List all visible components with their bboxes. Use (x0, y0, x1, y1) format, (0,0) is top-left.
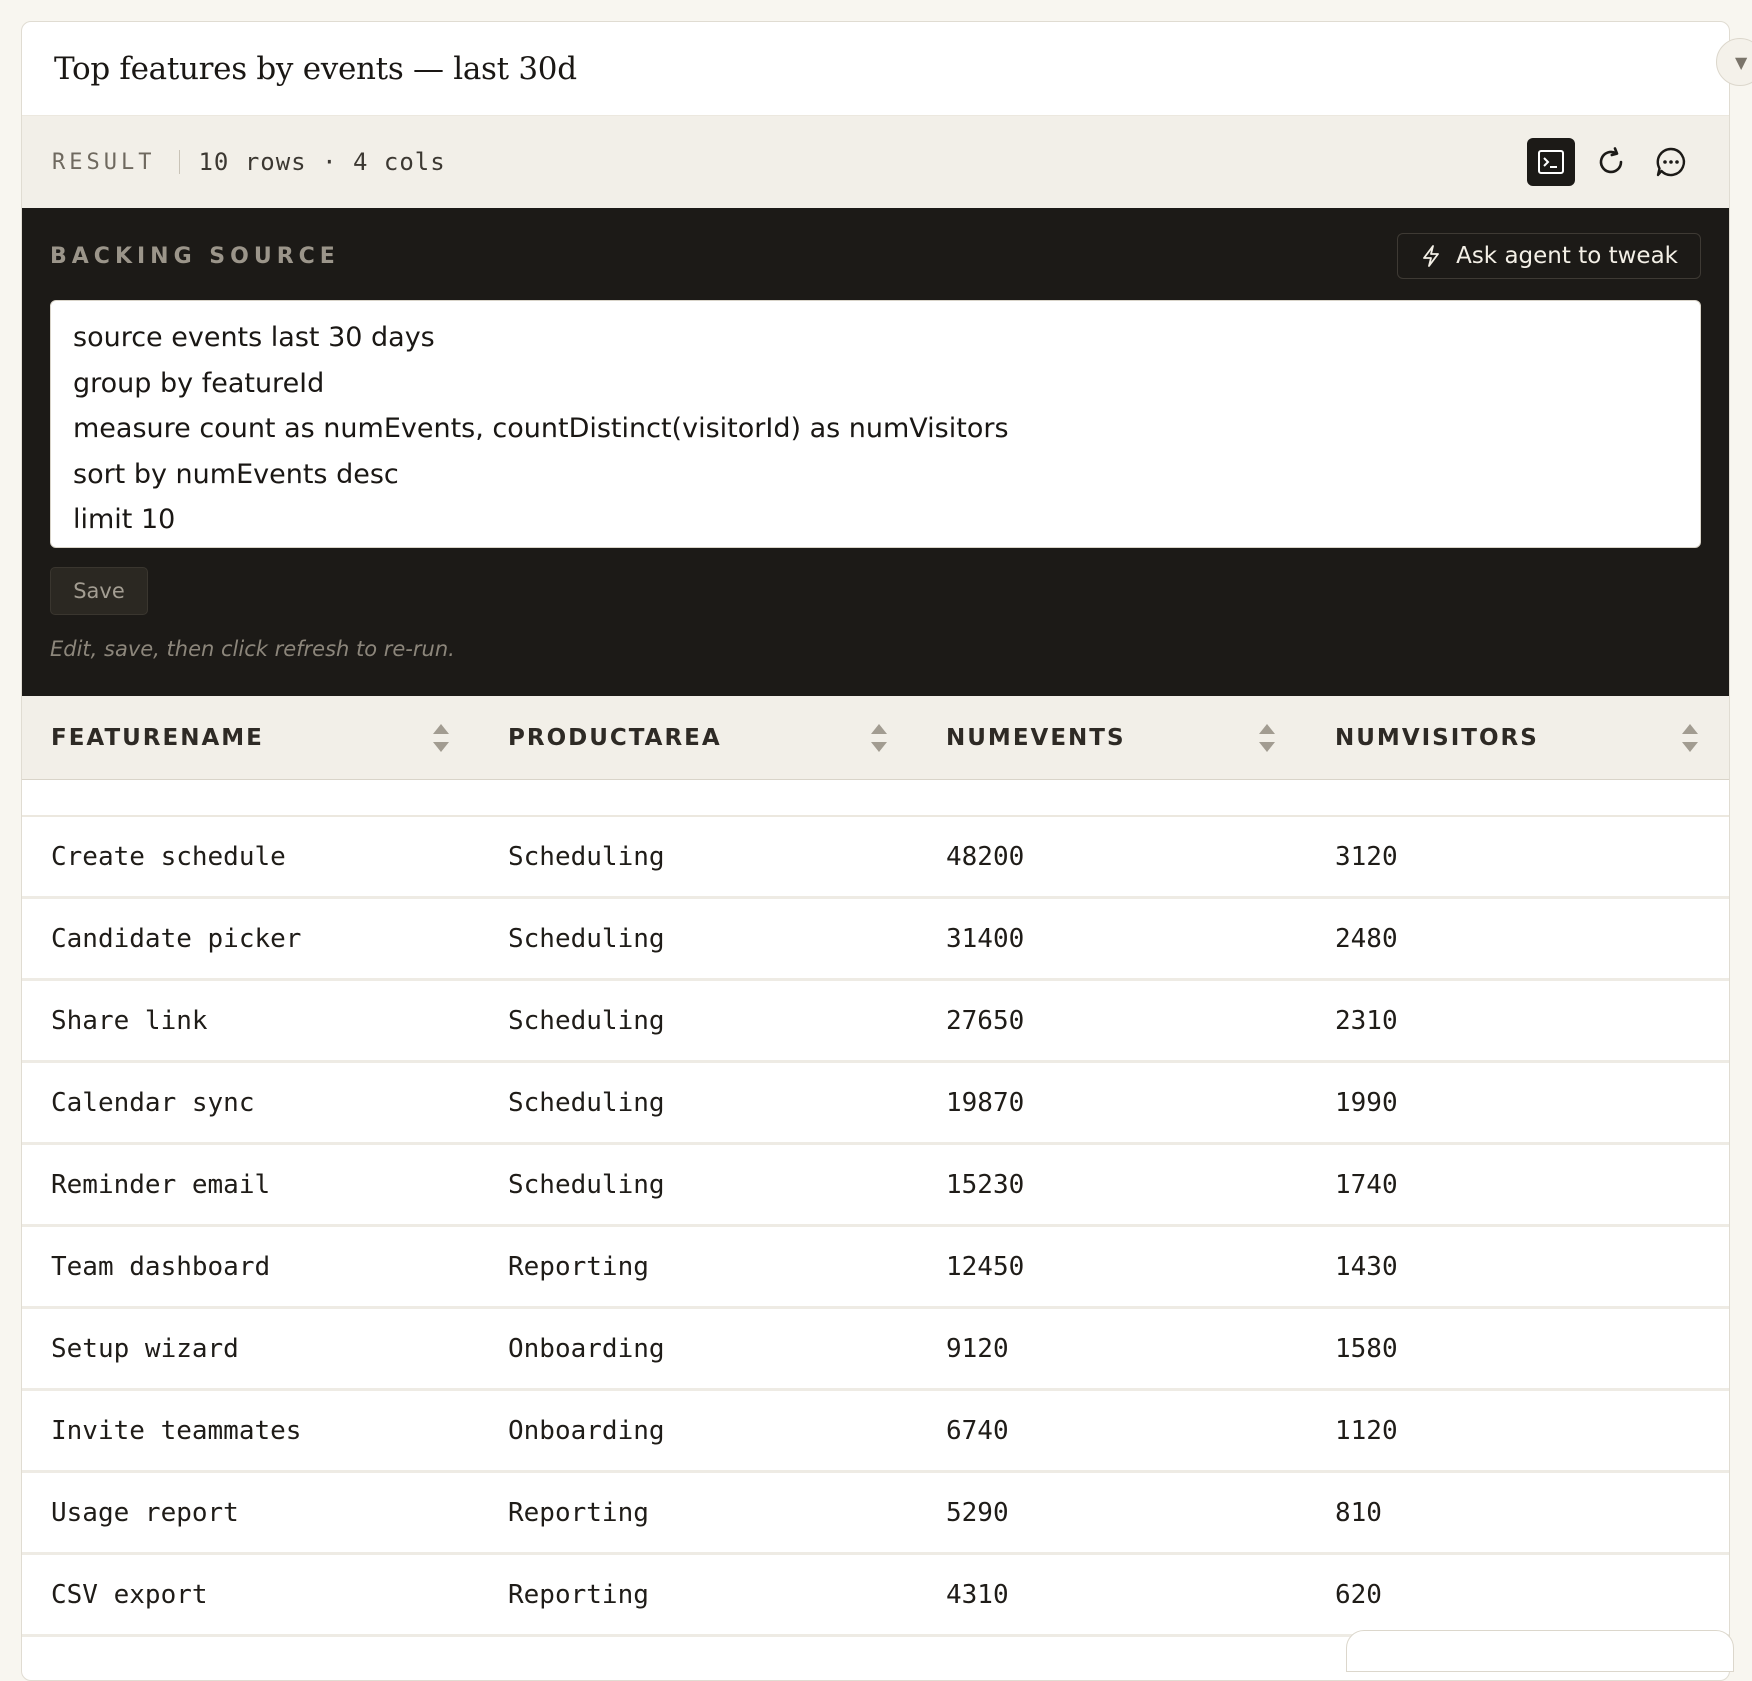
cell-productarea: Reporting (508, 1580, 649, 1610)
cell-productarea: Scheduling (508, 1006, 665, 1036)
comment-button[interactable] (1647, 138, 1695, 186)
column-header-label: NUMVISITORS (1335, 725, 1539, 751)
cell-productarea: Reporting (508, 1252, 649, 1282)
sort-icon[interactable] (1680, 722, 1700, 754)
refresh-icon (1599, 147, 1623, 174)
result-meta: 10 rows · 4 cols (198, 148, 446, 176)
source-line: source events last 30 days (73, 322, 435, 353)
result-label: RESULT (52, 149, 156, 175)
refresh-button[interactable] (1587, 138, 1635, 186)
view-source-button[interactable] (1527, 138, 1575, 186)
cell-numvisitors: 810 (1335, 1498, 1382, 1528)
source-line: group by featureId (73, 367, 325, 399)
table-row[interactable]: Team dashboard Reporting 12450 1430 (22, 1227, 1729, 1309)
bottom-panel-tab[interactable] (1346, 1630, 1734, 1672)
table-row[interactable]: Calendar sync Scheduling 19870 1990 (22, 1063, 1729, 1145)
save-button[interactable]: Save (50, 567, 148, 615)
cell-numvisitors: 1740 (1335, 1170, 1398, 1200)
chevron-down-icon: ▼ (1735, 52, 1748, 72)
cell-numevents: 48200 (946, 842, 1025, 872)
cell-numevents: 9120 (946, 1334, 1009, 1364)
cell-featurename: Share link (51, 1006, 208, 1036)
column-header-label: PRODUCTAREA (508, 725, 722, 751)
column-header-label: NUMEVENTS (946, 725, 1126, 751)
cell-featurename: Setup wizard (51, 1334, 239, 1364)
cell-featurename: Team dashboard (51, 1252, 271, 1282)
source-editor[interactable]: source events last 30 days group by feat… (50, 300, 1701, 548)
card-title: Top features by events — last 30d (54, 50, 577, 87)
cell-featurename: Reminder email (51, 1170, 271, 1200)
cell-numevents: 12450 (946, 1252, 1025, 1282)
cell-numevents: 15230 (946, 1170, 1025, 1200)
cell-productarea: Scheduling (508, 924, 665, 954)
table-row[interactable]: Create schedule Scheduling 48200 3120 (22, 817, 1729, 899)
cell-numvisitors: 1430 (1335, 1252, 1398, 1282)
backing-source-header: BACKING SOURCE Ask agent to tweak (50, 232, 1701, 280)
cell-productarea: Scheduling (508, 842, 665, 872)
cell-productarea: Scheduling (508, 1170, 665, 1200)
backing-source-panel: BACKING SOURCE Ask agent to tweak source… (22, 208, 1729, 696)
table-body: Create schedule Scheduling 48200 3120 Ca… (22, 817, 1729, 1637)
column-header-featurename[interactable]: FEATURENAME (51, 696, 264, 780)
cell-numvisitors: 1990 (1335, 1088, 1398, 1118)
result-card: Top features by events — last 30d RESULT… (21, 21, 1730, 1681)
cell-numevents: 31400 (946, 924, 1025, 954)
cell-featurename: Invite teammates (51, 1416, 302, 1446)
cell-numevents: 4310 (946, 1580, 1009, 1610)
source-line: limit 10 (73, 504, 176, 535)
cell-productarea: Reporting (508, 1498, 649, 1528)
cell-numvisitors: 1580 (1335, 1334, 1398, 1364)
cell-numvisitors: 3120 (1335, 842, 1398, 872)
column-header-numvisitors[interactable]: NUMVISITORS (1335, 696, 1539, 780)
backing-source-label: BACKING SOURCE (50, 243, 340, 269)
terminal-icon (1538, 150, 1564, 174)
result-bar: RESULT 10 rows · 4 cols (22, 116, 1729, 208)
cell-featurename: CSV export (51, 1580, 208, 1610)
source-line: sort by numEvents desc (73, 458, 399, 490)
cell-numevents: 27650 (946, 1006, 1025, 1036)
title-bar: Top features by events — last 30d (22, 22, 1729, 116)
cell-productarea: Onboarding (508, 1416, 665, 1446)
table-row[interactable]: Setup wizard Onboarding 9120 1580 (22, 1309, 1729, 1391)
edit-hint: Edit, save, then click refresh to re-run… (50, 637, 455, 661)
table-row[interactable]: Usage report Reporting 5290 810 (22, 1473, 1729, 1555)
sort-icon[interactable] (869, 722, 889, 754)
cell-numvisitors: 2480 (1335, 924, 1398, 954)
cell-productarea: Scheduling (508, 1088, 665, 1118)
result-actions (1527, 138, 1695, 186)
table-spacer-row (22, 780, 1729, 817)
cell-featurename: Calendar sync (51, 1088, 255, 1118)
table-row[interactable]: Reminder email Scheduling 15230 1740 (22, 1145, 1729, 1227)
ask-agent-label: Ask agent to tweak (1456, 243, 1678, 269)
column-header-productarea[interactable]: PRODUCTAREA (508, 696, 722, 780)
cell-numevents: 6740 (946, 1416, 1009, 1446)
source-line: measure count as numEvents, countDistinc… (73, 413, 1009, 444)
column-header-numevents[interactable]: NUMEVENTS (946, 696, 1126, 780)
table-header: FEATURENAME PRODUCTAREA NUMEVENTS NUMVIS… (22, 696, 1729, 780)
column-header-label: FEATURENAME (51, 725, 264, 751)
cell-numvisitors: 1120 (1335, 1416, 1398, 1446)
cell-productarea: Onboarding (508, 1334, 665, 1364)
cell-numvisitors: 620 (1335, 1580, 1382, 1610)
lightning-icon (1423, 245, 1439, 267)
cell-featurename: Candidate picker (51, 924, 302, 954)
table-row[interactable]: CSV export Reporting 4310 620 (22, 1555, 1729, 1637)
result-divider (179, 150, 181, 174)
table-row[interactable]: Share link Scheduling 27650 2310 (22, 981, 1729, 1063)
comment-icon (1656, 147, 1686, 177)
ask-agent-button[interactable]: Ask agent to tweak (1397, 233, 1701, 279)
sort-icon[interactable] (431, 722, 451, 754)
cell-featurename: Create schedule (51, 842, 286, 872)
cell-featurename: Usage report (51, 1498, 239, 1528)
table-row[interactable]: Invite teammates Onboarding 6740 1120 (22, 1391, 1729, 1473)
table-row[interactable]: Candidate picker Scheduling 31400 2480 (22, 899, 1729, 981)
sort-icon[interactable] (1257, 722, 1277, 754)
cell-numevents: 5290 (946, 1498, 1009, 1528)
cell-numvisitors: 2310 (1335, 1006, 1398, 1036)
cell-numevents: 19870 (946, 1088, 1025, 1118)
